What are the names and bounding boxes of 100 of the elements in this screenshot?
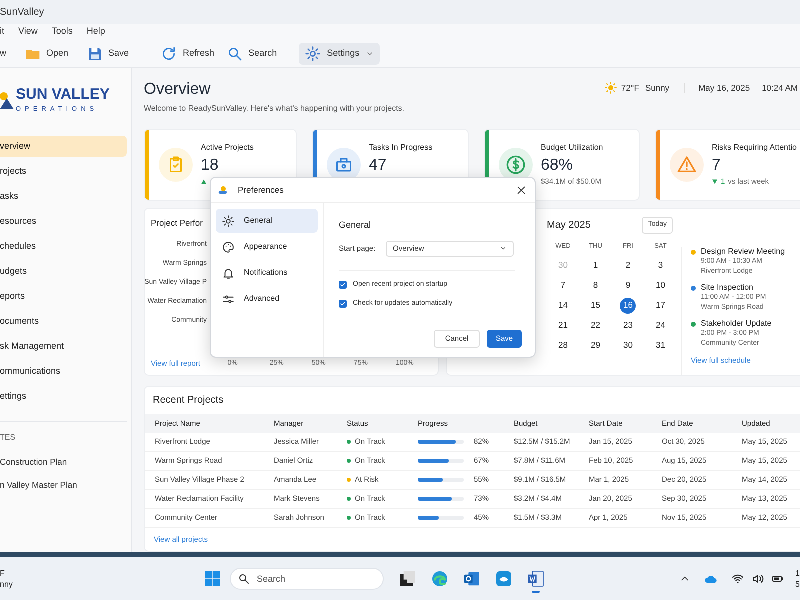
- card-title: Tasks In Progress: [369, 142, 433, 154]
- time-text: 10:24 AM: [762, 82, 798, 95]
- menu-item[interactable]: Help: [86, 25, 106, 39]
- toolbar-button[interactable]: Settings: [299, 42, 380, 64]
- calendar-day[interactable]: 14: [555, 298, 572, 314]
- sidebar-item[interactable]: ommunications: [0, 361, 127, 382]
- check-icon: [340, 301, 346, 308]
- card-title: Risks Requiring Attentio: [712, 142, 797, 154]
- preferences-tab[interactable]: Notifications: [216, 261, 318, 285]
- clipboard-check-icon: [167, 156, 185, 174]
- month-title: May 2025: [547, 218, 591, 233]
- preferences-tab[interactable]: Advanced: [216, 287, 318, 311]
- menu-item[interactable]: Tools: [52, 25, 73, 39]
- calendar-day[interactable]: 10: [652, 278, 669, 294]
- warning-icon: [677, 155, 697, 175]
- weather-condition: Sunny: [645, 82, 670, 95]
- dollar-circle-icon: [506, 155, 526, 175]
- wifi-icon[interactable]: [732, 572, 744, 584]
- favorite-item[interactable]: Construction Plan: [0, 456, 68, 469]
- event-title: Design Review Meeting: [701, 247, 786, 257]
- section-heading: TES: [0, 432, 16, 444]
- menu-item[interactable]: it: [0, 25, 4, 39]
- refresh-icon: [161, 46, 178, 62]
- sidebar-item[interactable]: verview: [0, 136, 127, 157]
- card-title: Budget Utilization: [541, 142, 604, 154]
- palette-icon: [222, 240, 235, 254]
- calendar-day[interactable]: 16: [620, 298, 636, 314]
- preferences-tab[interactable]: General: [216, 209, 318, 233]
- speaker-icon[interactable]: [752, 572, 764, 584]
- document-app-icon[interactable]: [526, 568, 546, 588]
- clock-date: 5: [796, 578, 800, 590]
- temperature: 72°F: [621, 82, 640, 95]
- calendar-day[interactable]: 30: [620, 338, 636, 354]
- calendar-day[interactable]: 7: [555, 278, 572, 294]
- calendar-day[interactable]: 2: [620, 258, 636, 274]
- sidebar-item[interactable]: esources: [0, 211, 127, 232]
- windows-start-icon[interactable]: [204, 570, 222, 588]
- window-stack-icon[interactable]: [398, 568, 418, 588]
- calendar-day[interactable]: 31: [652, 338, 669, 354]
- weather-condition: nny: [0, 578, 14, 590]
- taskbar-search-field[interactable]: Search: [230, 568, 384, 590]
- checkbox[interactable]: [339, 280, 347, 289]
- calendar-day[interactable]: 23: [620, 318, 636, 334]
- mountain-sun-icon: [0, 90, 14, 112]
- favorite-item[interactable]: n Valley Master Plan: [0, 478, 78, 492]
- clock-time: 1: [796, 568, 800, 578]
- toolbox-icon: [335, 156, 353, 174]
- calendar-day[interactable]: 1: [588, 258, 604, 274]
- sun-icon: [605, 82, 618, 94]
- sidebar-item[interactable]: sk Management: [0, 336, 127, 357]
- calendar-day[interactable]: 3: [652, 258, 669, 274]
- sidebar-item[interactable]: udgets: [0, 261, 127, 282]
- page-subtitle: Welcome to ReadySunValley. Here's what's happening with your projects.: [144, 103, 406, 115]
- card-value: 18: [201, 156, 220, 176]
- chevron-down-icon: [500, 245, 507, 252]
- calendar-day[interactable]: 8: [588, 278, 604, 294]
- sun-cloud-icon: [218, 184, 230, 196]
- sidebar-item[interactable]: asks: [0, 186, 127, 207]
- preferences-tab[interactable]: Appearance: [216, 235, 318, 259]
- toolbar-button[interactable]: w: [0, 42, 12, 64]
- card-value: 7: [712, 156, 722, 176]
- calendar-day[interactable]: 24: [652, 318, 669, 334]
- toolbar-button[interactable]: Open: [18, 42, 75, 64]
- sidebar-item[interactable]: ettings: [0, 386, 127, 407]
- toolbar-button[interactable]: Refresh: [155, 42, 221, 64]
- check-icon: [340, 282, 346, 288]
- logo-title: SUN VALLEY: [16, 87, 110, 104]
- calendar-day[interactable]: 15: [588, 298, 604, 314]
- calendar-day[interactable]: 28: [555, 338, 572, 354]
- chat-app-icon[interactable]: [494, 568, 514, 588]
- window-title: SunValley: [0, 6, 44, 20]
- calendar-day[interactable]: 29: [588, 338, 604, 354]
- calendar-day[interactable]: 9: [620, 278, 636, 294]
- sidebar-item[interactable]: eports: [0, 286, 127, 307]
- search-icon: [226, 46, 243, 62]
- bell-icon: [222, 266, 235, 280]
- card-value: 47: [369, 156, 388, 176]
- card-title: Recent Projects: [152, 394, 225, 408]
- close-icon: [516, 184, 526, 196]
- menu-item[interactable]: View: [18, 25, 38, 39]
- toolbar-button[interactable]: Save: [80, 42, 136, 64]
- card-value: 68%: [541, 156, 574, 176]
- browser-icon[interactable]: [430, 568, 450, 588]
- sidebar-item[interactable]: chedules: [0, 236, 127, 257]
- toolbar-button[interactable]: Search: [220, 42, 284, 64]
- page-title: Overview: [144, 80, 212, 100]
- search-icon: [238, 572, 250, 584]
- sidebar-item[interactable]: ocuments: [0, 311, 127, 332]
- sidebar-item[interactable]: rojects: [0, 161, 127, 182]
- event-title: Stakeholder Update: [701, 319, 772, 329]
- weather-temperature: F: [0, 568, 6, 578]
- card-title: Active Projects: [201, 142, 254, 154]
- calendar-day[interactable]: 22: [588, 318, 604, 334]
- event-title: Site Inspection: [701, 283, 754, 293]
- card-title: Project Perfor: [151, 217, 203, 230]
- checkbox[interactable]: [339, 300, 347, 308]
- date-text: May 16, 2025: [698, 82, 750, 95]
- calendar-day[interactable]: 17: [652, 298, 669, 314]
- dialog-title: Preferences: [238, 184, 285, 196]
- calendar-day[interactable]: 21: [555, 318, 572, 334]
